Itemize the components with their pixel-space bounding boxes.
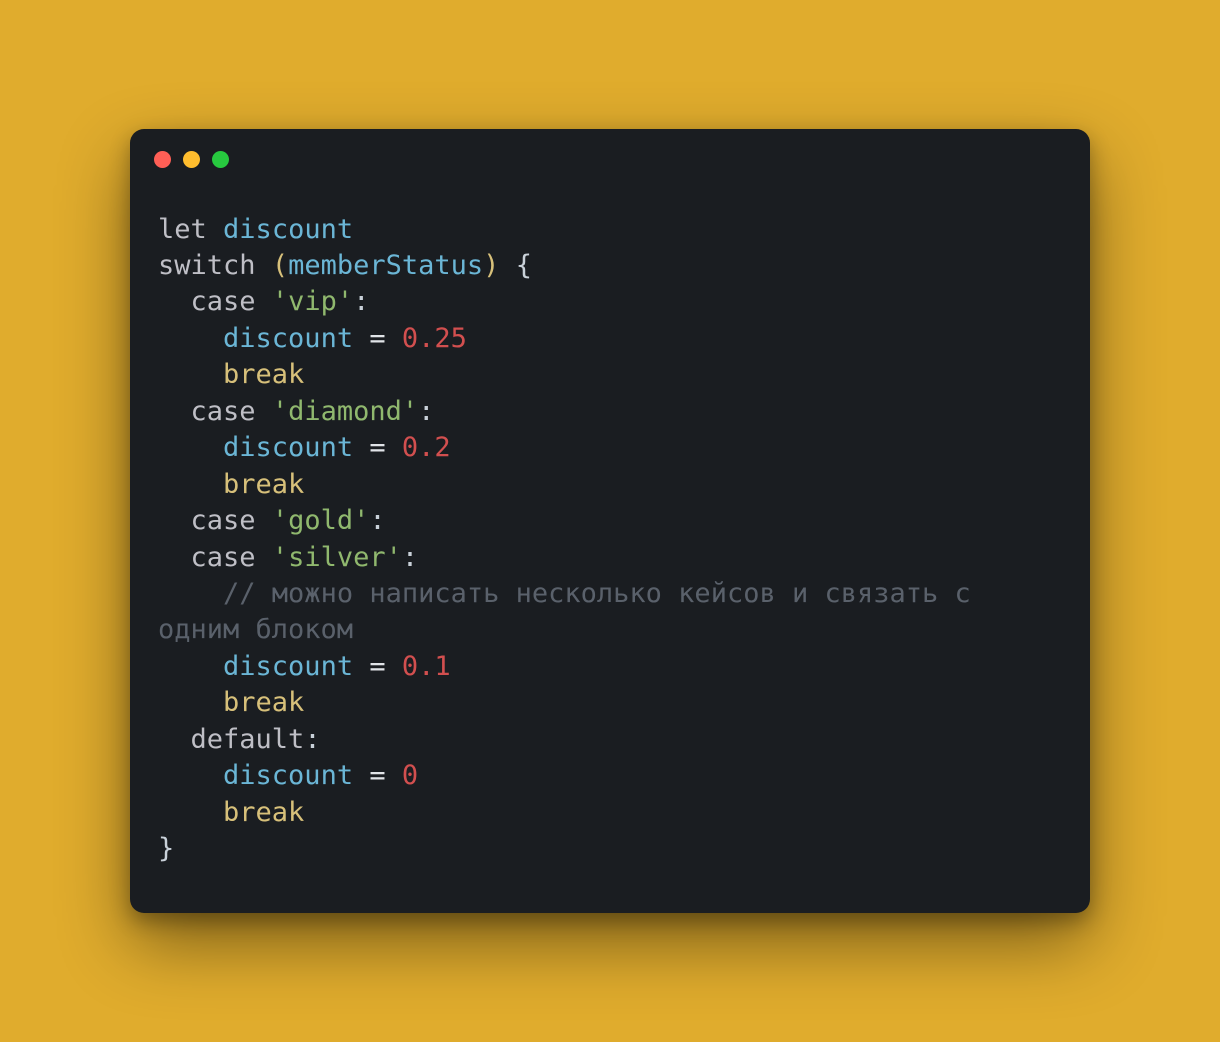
keyword-break: break	[223, 687, 304, 718]
colon: :	[369, 505, 385, 536]
operator-eq: =	[369, 651, 385, 682]
number-025: 0.25	[402, 323, 467, 354]
comment-line: // можно написать несколько кейсов и свя…	[158, 578, 987, 645]
operator-eq: =	[369, 760, 385, 791]
identifier-discount: discount	[223, 760, 353, 791]
keyword-case: case	[191, 396, 256, 427]
colon: :	[304, 724, 320, 755]
minimize-icon[interactable]	[183, 151, 200, 168]
keyword-case: case	[191, 542, 256, 573]
identifier-discount: discount	[223, 323, 353, 354]
colon: :	[418, 396, 434, 427]
brace-close: }	[158, 833, 174, 864]
paren-open: (	[272, 250, 288, 281]
identifier-discount: discount	[223, 214, 353, 245]
code-window: let discount switch (memberStatus) { cas…	[130, 129, 1090, 914]
keyword-break: break	[223, 797, 304, 828]
keyword-switch: switch	[158, 250, 256, 281]
window-titlebar	[130, 129, 1090, 178]
number-0: 0	[402, 760, 418, 791]
operator-eq: =	[369, 432, 385, 463]
keyword-case: case	[191, 286, 256, 317]
operator-eq: =	[369, 323, 385, 354]
brace-open: {	[516, 250, 532, 281]
number-01: 0.1	[402, 651, 451, 682]
keyword-break: break	[223, 359, 304, 390]
colon: :	[402, 542, 418, 573]
string-silver: 'silver'	[272, 542, 402, 573]
string-gold: 'gold'	[272, 505, 370, 536]
code-block: let discount switch (memberStatus) { cas…	[130, 178, 1090, 914]
string-diamond: 'diamond'	[272, 396, 418, 427]
keyword-default: default	[191, 724, 305, 755]
keyword-let: let	[158, 214, 207, 245]
colon: :	[353, 286, 369, 317]
identifier-discount: discount	[223, 432, 353, 463]
close-icon[interactable]	[154, 151, 171, 168]
identifier-memberStatus: memberStatus	[288, 250, 483, 281]
keyword-break: break	[223, 469, 304, 500]
maximize-icon[interactable]	[212, 151, 229, 168]
identifier-discount: discount	[223, 651, 353, 682]
string-vip: 'vip'	[272, 286, 353, 317]
keyword-case: case	[191, 505, 256, 536]
paren-close: )	[483, 250, 499, 281]
number-02: 0.2	[402, 432, 451, 463]
